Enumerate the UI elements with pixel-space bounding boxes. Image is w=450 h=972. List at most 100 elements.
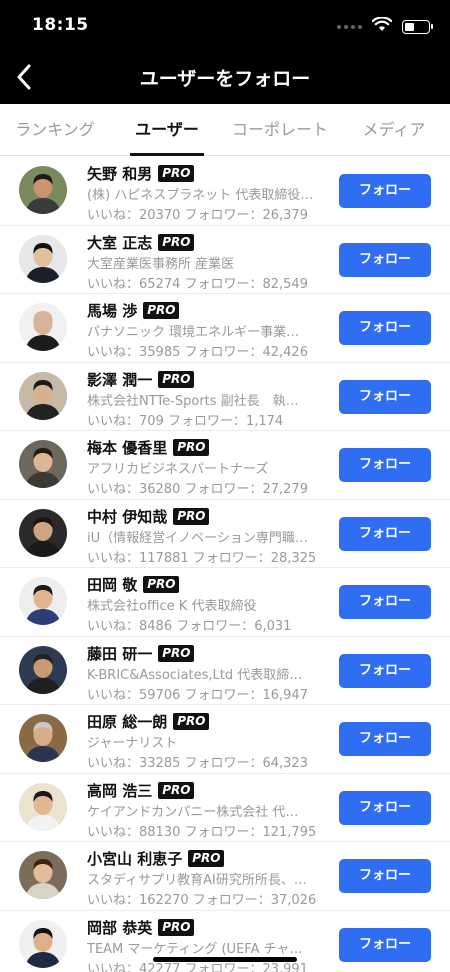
avatar bbox=[19, 508, 67, 557]
follow-button[interactable]: フォロー bbox=[339, 859, 431, 893]
status-bar: 18:15 bbox=[0, 0, 450, 50]
list-item[interactable]: 中村 伊知哉 PRO iU（情報経営イノベーション専門職… いいね：117881 フォ… bbox=[0, 500, 450, 568]
avatar bbox=[19, 782, 67, 831]
user-affiliation: K-BRIC&Associates,Ltd 代表取締… bbox=[87, 667, 303, 683]
home-indicator bbox=[153, 957, 297, 962]
user-stats: いいね：20370 フォロワー：26,379 bbox=[87, 208, 308, 223]
pro-badge: PRO bbox=[173, 507, 210, 525]
user-name-line: 田岡 敬 PRO bbox=[87, 574, 180, 595]
follow-button[interactable]: フォロー bbox=[339, 722, 431, 756]
user-name-line: 矢野 和男 PRO bbox=[87, 163, 195, 184]
follow-button[interactable]: フォロー bbox=[339, 653, 431, 688]
user-stats: いいね：35985 フォロワー：42,426 bbox=[87, 345, 308, 360]
pro-badge: PRO bbox=[158, 233, 195, 251]
list-item[interactable]: 影澤 潤一 PRO 株式会社NTTe-Sports 副社長 執… いいね：709 フォ… bbox=[0, 363, 450, 431]
user-name-line: 梅本 優香里 PRO bbox=[87, 437, 210, 458]
follow-button[interactable]: フォロー bbox=[339, 927, 431, 962]
user-name-line: 岡部 恭英 PRO bbox=[87, 917, 195, 938]
user-affiliation: ケイアンドカンパニー株式会社 代… bbox=[87, 804, 299, 820]
user-name[interactable]: 小宮山 利恵子 bbox=[87, 848, 182, 869]
user-name[interactable]: 岡部 恭英 bbox=[87, 917, 152, 938]
follow-button[interactable]: フォロー bbox=[339, 585, 431, 619]
user-affiliation: 大室産業医事務所 産業医 bbox=[87, 256, 235, 272]
user-stats: いいね：8486 フォロワー：6,031 bbox=[87, 619, 292, 634]
user-name[interactable]: 高岡 浩三 bbox=[87, 780, 152, 801]
user-stats: いいね：162270 フォロワー：37,026 bbox=[87, 893, 317, 908]
user-affiliation: TEAM マーケティング (UEFA チャ… bbox=[87, 941, 303, 957]
list-item[interactable]: 藤田 研一 PRO K-BRIC&Associates,Ltd 代表取締… いいね：5… bbox=[0, 637, 450, 705]
tab-corporate[interactable]: コーポレート bbox=[225, 104, 335, 156]
follow-button[interactable]: フォロー bbox=[339, 790, 431, 825]
battery-icon bbox=[402, 19, 433, 34]
avatar bbox=[19, 919, 67, 968]
pro-badge: PRO bbox=[143, 302, 180, 319]
avatar bbox=[19, 645, 67, 694]
tab-users[interactable]: ユーザー bbox=[117, 104, 217, 156]
user-name[interactable]: 中村 伊知哉 bbox=[87, 506, 167, 527]
user-name-line: 大室 正志 PRO bbox=[87, 232, 195, 253]
follow-button[interactable]: フォロー bbox=[339, 242, 431, 277]
list-item[interactable]: 大室 正志 PRO 大室産業医事務所 産業医いいね：65274 フォロワー：82,5… bbox=[0, 226, 450, 294]
pro-badge: PRO bbox=[143, 576, 180, 593]
pro-badge: PRO bbox=[158, 781, 195, 799]
user-stats: いいね：59706 フォロワー：16,947 bbox=[87, 687, 308, 703]
pro-badge: PRO bbox=[188, 850, 225, 867]
navigation-bar: ユーザーをフォロー bbox=[0, 50, 450, 104]
list-item[interactable]: 小宮山 利恵子 PRO スタディサプリ教育AI研究所所長、… いいね：162270 フ… bbox=[0, 842, 450, 911]
follow-button[interactable]: フォロー bbox=[339, 379, 431, 414]
user-affiliation: スタディサプリ教育AI研究所所長、… bbox=[87, 873, 307, 888]
list-item[interactable]: 田原 総一朗 PRO ジャーナリストいいね：33285 フォロワー：64,323 フォ… bbox=[0, 705, 450, 774]
cellular-signal-icon bbox=[337, 24, 362, 29]
user-name[interactable]: 田岡 敬 bbox=[87, 574, 137, 595]
user-stats: いいね：33285 フォロワー：64,323 bbox=[87, 756, 308, 771]
follow-button[interactable]: フォロー bbox=[339, 448, 431, 482]
user-affiliation: ジャーナリスト bbox=[87, 736, 178, 751]
user-name[interactable]: 梅本 優香里 bbox=[87, 437, 167, 458]
follow-button[interactable]: フォロー bbox=[339, 516, 431, 551]
list-item[interactable]: 田岡 敬 PRO 株式会社office K 代表取締役いいね：8486 フォロワー：… bbox=[0, 568, 450, 637]
list-item[interactable]: 馬場 渉 PRO パナソニック 環境エネルギー事業… いいね：35985 フォロワー：… bbox=[0, 294, 450, 363]
user-affiliation: 株式会社office K 代表取締役 bbox=[87, 599, 257, 614]
user-name[interactable]: 大室 正志 bbox=[87, 232, 152, 253]
page-title: ユーザーをフォロー bbox=[139, 68, 311, 90]
list-item[interactable]: 梅本 優香里 PRO アフリカビジネスパートナーズいいね：36280 フォロワー：2… bbox=[0, 431, 450, 500]
user-affiliation: (株) ハピネスプラネット 代表取締役… bbox=[87, 188, 314, 203]
user-stats: いいね：88130 フォロワー：121,795 bbox=[87, 824, 317, 840]
active-tab-indicator bbox=[130, 153, 204, 156]
avatar bbox=[19, 234, 67, 283]
pro-badge: PRO bbox=[173, 439, 210, 456]
avatar bbox=[19, 577, 67, 625]
user-name-line: 藤田 研一 PRO bbox=[87, 643, 195, 664]
avatar bbox=[19, 714, 67, 762]
user-name-line: 影澤 潤一 PRO bbox=[87, 369, 195, 390]
user-name[interactable]: 藤田 研一 bbox=[87, 643, 152, 664]
user-affiliation: アフリカビジネスパートナーズ bbox=[87, 462, 269, 477]
user-name-line: 小宮山 利恵子 PRO bbox=[87, 848, 225, 869]
avatar bbox=[19, 440, 67, 488]
user-affiliation: 株式会社NTTe-Sports 副社長 執… bbox=[87, 393, 299, 409]
follow-button[interactable]: フォロー bbox=[339, 311, 431, 345]
wifi-icon bbox=[371, 16, 393, 36]
list-item[interactable]: 岡部 恭英 PRO TEAM マーケティング (UEFA チャ… いいね：42277 … bbox=[0, 911, 450, 972]
user-affiliation: iU（情報経営イノベーション専門職… bbox=[87, 530, 308, 546]
tab-bar: ランキング ユーザー コーポレート メディア bbox=[0, 104, 450, 156]
list-item[interactable]: 高岡 浩三 PRO ケイアンドカンパニー株式会社 代… いいね：88130 フォロワー… bbox=[0, 774, 450, 842]
user-stats: いいね：36280 フォロワー：27,279 bbox=[87, 482, 308, 497]
follow-button[interactable]: フォロー bbox=[339, 174, 431, 208]
avatar bbox=[19, 303, 67, 351]
user-stats: いいね：117881 フォロワー：28,325 bbox=[87, 550, 317, 566]
tab-media[interactable]: メディア bbox=[350, 104, 438, 156]
pro-badge: PRO bbox=[158, 918, 195, 936]
avatar bbox=[19, 851, 67, 899]
user-stats: いいね：65274 フォロワー：82,549 bbox=[87, 276, 308, 292]
user-name[interactable]: 馬場 渉 bbox=[87, 300, 137, 321]
user-name[interactable]: 田原 総一朗 bbox=[87, 711, 167, 732]
list-item[interactable]: 矢野 和男 PRO (株) ハピネスプラネット 代表取締役… いいね：20370 フォ… bbox=[0, 157, 450, 226]
user-affiliation: パナソニック 環境エネルギー事業… bbox=[87, 325, 300, 340]
user-name-line: 中村 伊知哉 PRO bbox=[87, 506, 210, 527]
user-name[interactable]: 矢野 和男 bbox=[87, 163, 152, 184]
tab-ranking[interactable]: ランキング bbox=[5, 104, 105, 156]
user-name[interactable]: 影澤 潤一 bbox=[87, 369, 152, 390]
user-name-line: 馬場 渉 PRO bbox=[87, 300, 180, 321]
user-name-line: 田原 総一朗 PRO bbox=[87, 711, 210, 732]
